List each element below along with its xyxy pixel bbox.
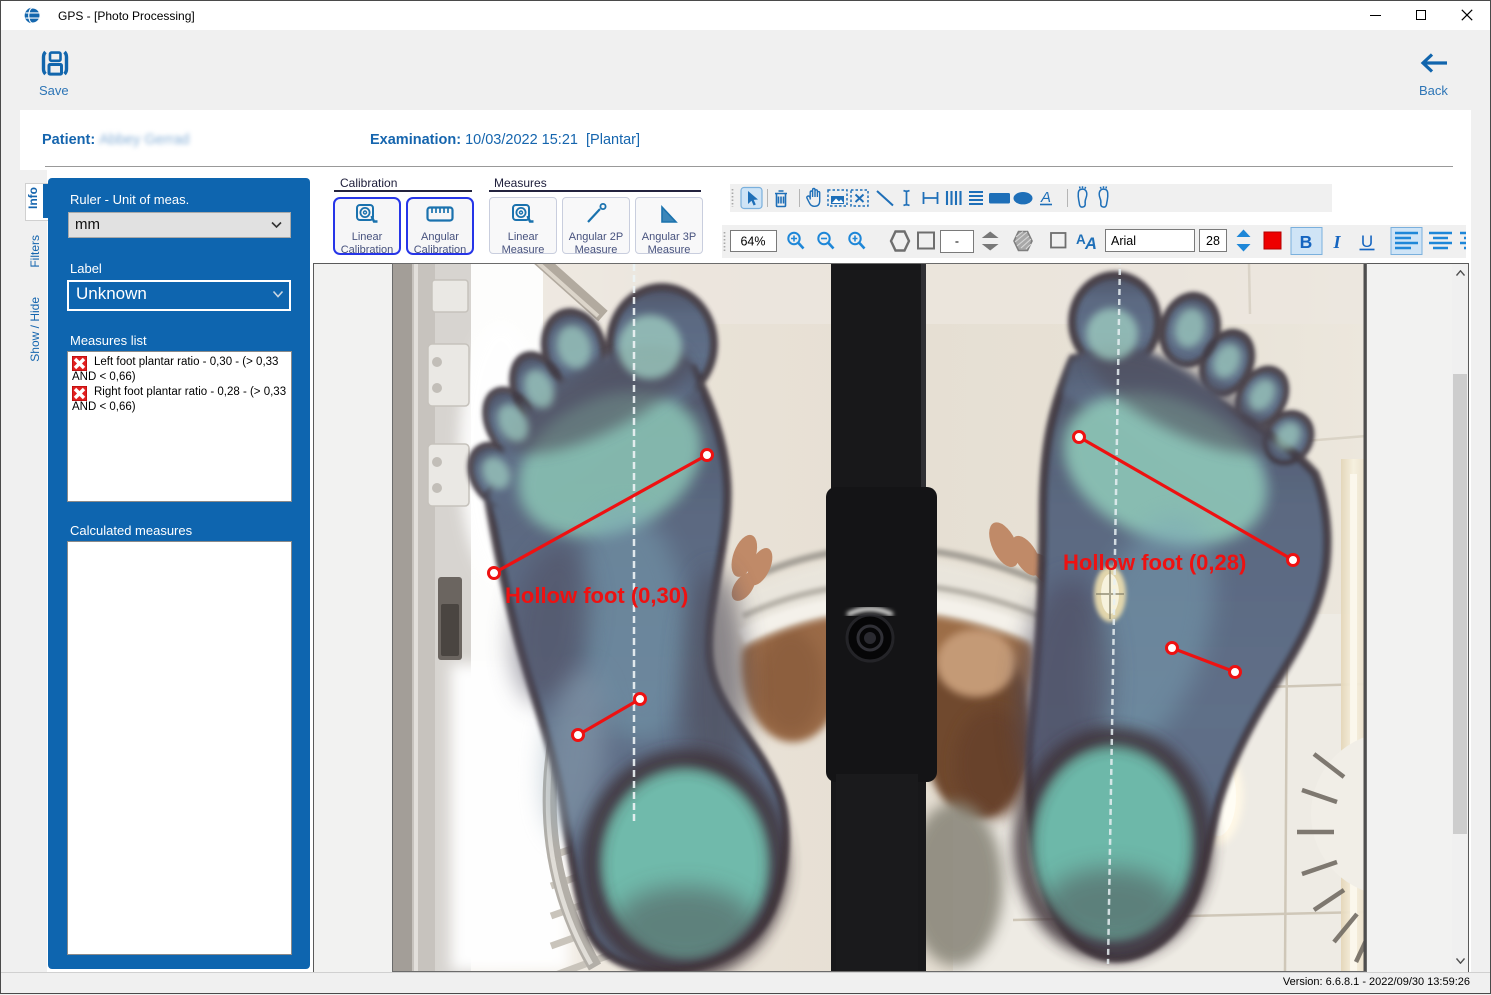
svg-text:Arial: Arial [1111, 234, 1136, 248]
svg-text:64%: 64% [740, 235, 765, 249]
svg-text:Hollow foot (0,30): Hollow foot (0,30) [505, 583, 688, 608]
svg-text:Hollow foot (0,28): Hollow foot (0,28) [1063, 550, 1246, 575]
svg-text:A: A [1040, 189, 1051, 206]
svg-text:A: A [1084, 235, 1097, 253]
svg-text:I: I [1332, 232, 1341, 252]
svg-text:28: 28 [1206, 234, 1220, 248]
svg-text:U: U [1361, 232, 1373, 251]
svg-text:B: B [1300, 232, 1313, 252]
svg-text:-: - [955, 235, 959, 249]
